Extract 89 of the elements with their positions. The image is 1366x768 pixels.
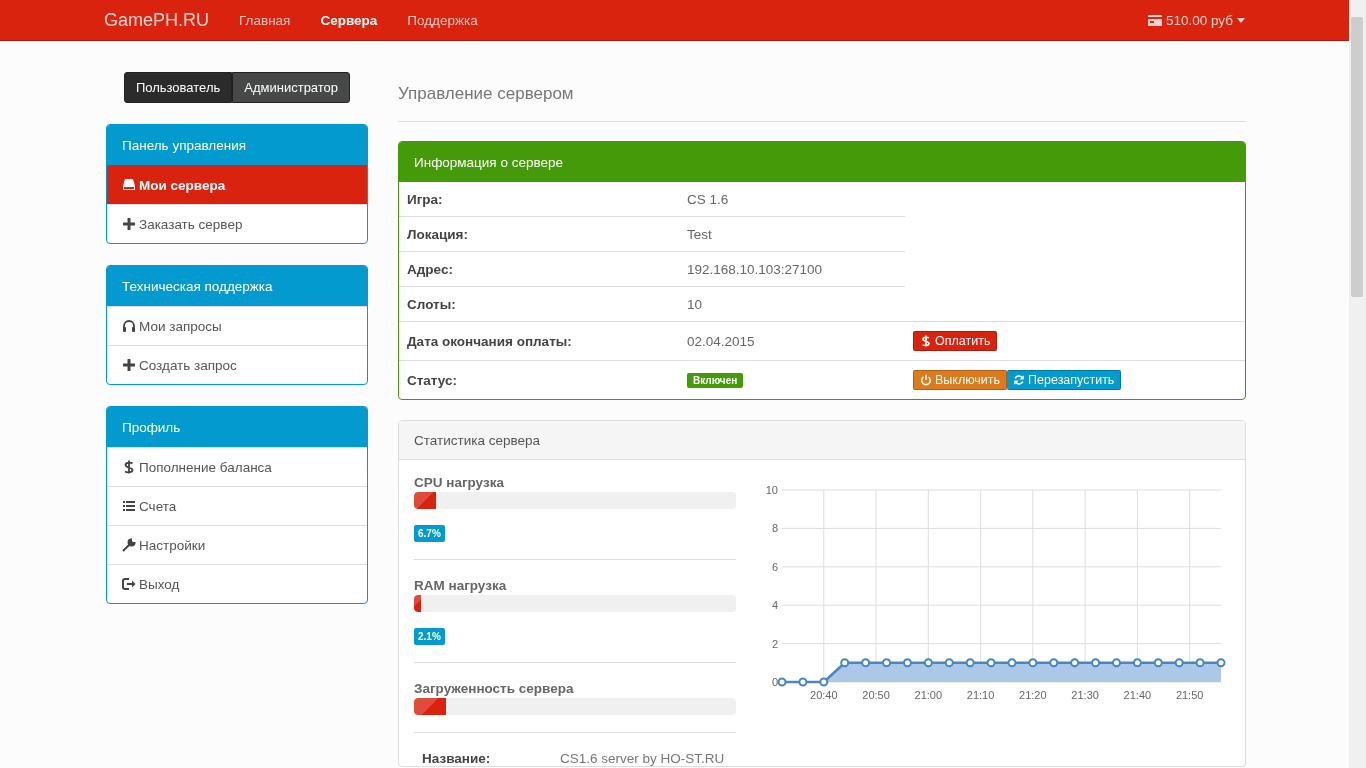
axis-label: 2 xyxy=(771,637,778,650)
axis-label: 21:00 xyxy=(914,689,943,701)
axis-label: 0 xyxy=(771,676,778,688)
caret-icon xyxy=(1237,17,1245,23)
table-cell: CS 1.6 xyxy=(687,191,729,207)
meter-label: CPU нагрузка xyxy=(414,475,505,490)
data-point xyxy=(1070,658,1080,668)
data-point xyxy=(923,658,933,668)
role-toggle-button[interactable]: Администратор xyxy=(232,72,351,103)
data-point xyxy=(1132,658,1142,668)
table-cell: Игра: xyxy=(399,182,679,217)
data-point xyxy=(1112,658,1121,668)
data-point xyxy=(1216,658,1226,668)
sidebar-item[interactable]: Пополнение баланса xyxy=(107,447,367,486)
drive-icon xyxy=(122,178,136,192)
data-point xyxy=(777,677,787,687)
exit-icon xyxy=(122,577,136,591)
axis-label: 21:50 xyxy=(1175,689,1204,701)
data-point xyxy=(819,677,829,687)
panel-heading: Статистика сервера xyxy=(399,421,1245,460)
table-cell: Локация: xyxy=(399,216,679,252)
data-point xyxy=(882,658,891,668)
nav-link[interactable]: Сервера xyxy=(320,12,378,28)
data-point xyxy=(1028,658,1038,668)
sidebar-item[interactable]: Мои запросы xyxy=(107,306,367,345)
sidebar-item[interactable]: Создать запрос xyxy=(107,345,367,384)
sidebar-item[interactable]: Выход xyxy=(107,564,367,603)
table-cell: Test xyxy=(687,226,712,242)
table-cell: 10 xyxy=(687,296,703,312)
table-cell: Дата окончания оплаты: xyxy=(399,321,679,361)
meter-label: RAM нагрузка xyxy=(414,578,508,593)
meter-label: Загруженность сервера xyxy=(414,681,575,696)
dollar-icon xyxy=(122,460,136,474)
panel-heading: Информация о сервере xyxy=(399,142,1245,182)
axis-label: 6 xyxy=(771,560,778,573)
data-point xyxy=(1153,658,1163,668)
data-point xyxy=(902,658,912,668)
data-point xyxy=(1091,658,1101,668)
headphones-icon xyxy=(122,319,136,333)
data-point xyxy=(861,658,871,668)
table-cell: Слоты: xyxy=(399,286,679,322)
table-cell: Статус: xyxy=(399,360,679,399)
plus-icon xyxy=(122,358,136,372)
data-point xyxy=(1049,658,1059,668)
card-icon xyxy=(1147,14,1162,26)
data-point xyxy=(1195,658,1205,668)
table-cell: 192.168.10.103:27100 xyxy=(687,261,823,277)
axis-label: 4 xyxy=(771,599,778,612)
brand-logo[interactable]: GamePH.RU xyxy=(104,9,210,31)
sidebar-item[interactable]: Счета xyxy=(107,486,367,525)
axis-label: 8 xyxy=(771,522,778,535)
power-icon xyxy=(920,374,932,386)
axis-label: 21:20 xyxy=(1019,689,1047,701)
balance-menu[interactable]: 510.00 руб xyxy=(1147,12,1245,28)
percent-badge: 6.7% xyxy=(414,525,445,542)
axis-label: 10 xyxy=(765,484,778,496)
data-point xyxy=(944,658,954,668)
data-point xyxy=(1174,658,1184,668)
dollar-icon xyxy=(920,335,932,347)
data-point xyxy=(965,658,975,668)
axis-label: 21:10 xyxy=(966,689,995,701)
axis-label: 21:30 xyxy=(1071,689,1099,701)
panel-heading: Техническая поддержка xyxy=(107,266,367,306)
panel-heading: Профиль xyxy=(107,407,367,447)
sidebar-item[interactable]: Заказать сервер xyxy=(107,204,367,243)
role-toggle-button[interactable]: Пользователь xyxy=(123,72,233,103)
refresh-icon xyxy=(1013,374,1026,386)
wrench-icon xyxy=(122,538,136,552)
sidebar-item[interactable]: Мои сервера xyxy=(107,165,367,204)
percent-badge: 2.1% xyxy=(414,628,445,645)
status-badge: Включен xyxy=(687,373,744,388)
data-point xyxy=(986,658,996,668)
table-cell: Адрес: xyxy=(399,251,679,287)
panel-heading: Панель управления xyxy=(107,125,367,165)
table-cell: 02.04.2015 xyxy=(687,333,755,349)
detail-value: CS1.6 server by HO-ST.RU xyxy=(560,751,725,766)
sidebar-item[interactable]: Настройки xyxy=(107,525,367,564)
scrollbar[interactable] xyxy=(1349,0,1366,768)
axis-label: 20:40 xyxy=(810,689,838,701)
list-icon xyxy=(122,499,136,513)
plus-icon xyxy=(122,217,136,231)
detail-label: Название: xyxy=(422,751,492,766)
data-point xyxy=(798,677,808,687)
data-point xyxy=(840,658,850,668)
data-point xyxy=(1007,658,1017,668)
axis-label: 20:50 xyxy=(862,689,890,701)
axis-label: 21:40 xyxy=(1123,689,1152,701)
action-button[interactable]: Оплатить xyxy=(913,331,998,351)
page-title: Управление сервером xyxy=(398,72,1246,122)
